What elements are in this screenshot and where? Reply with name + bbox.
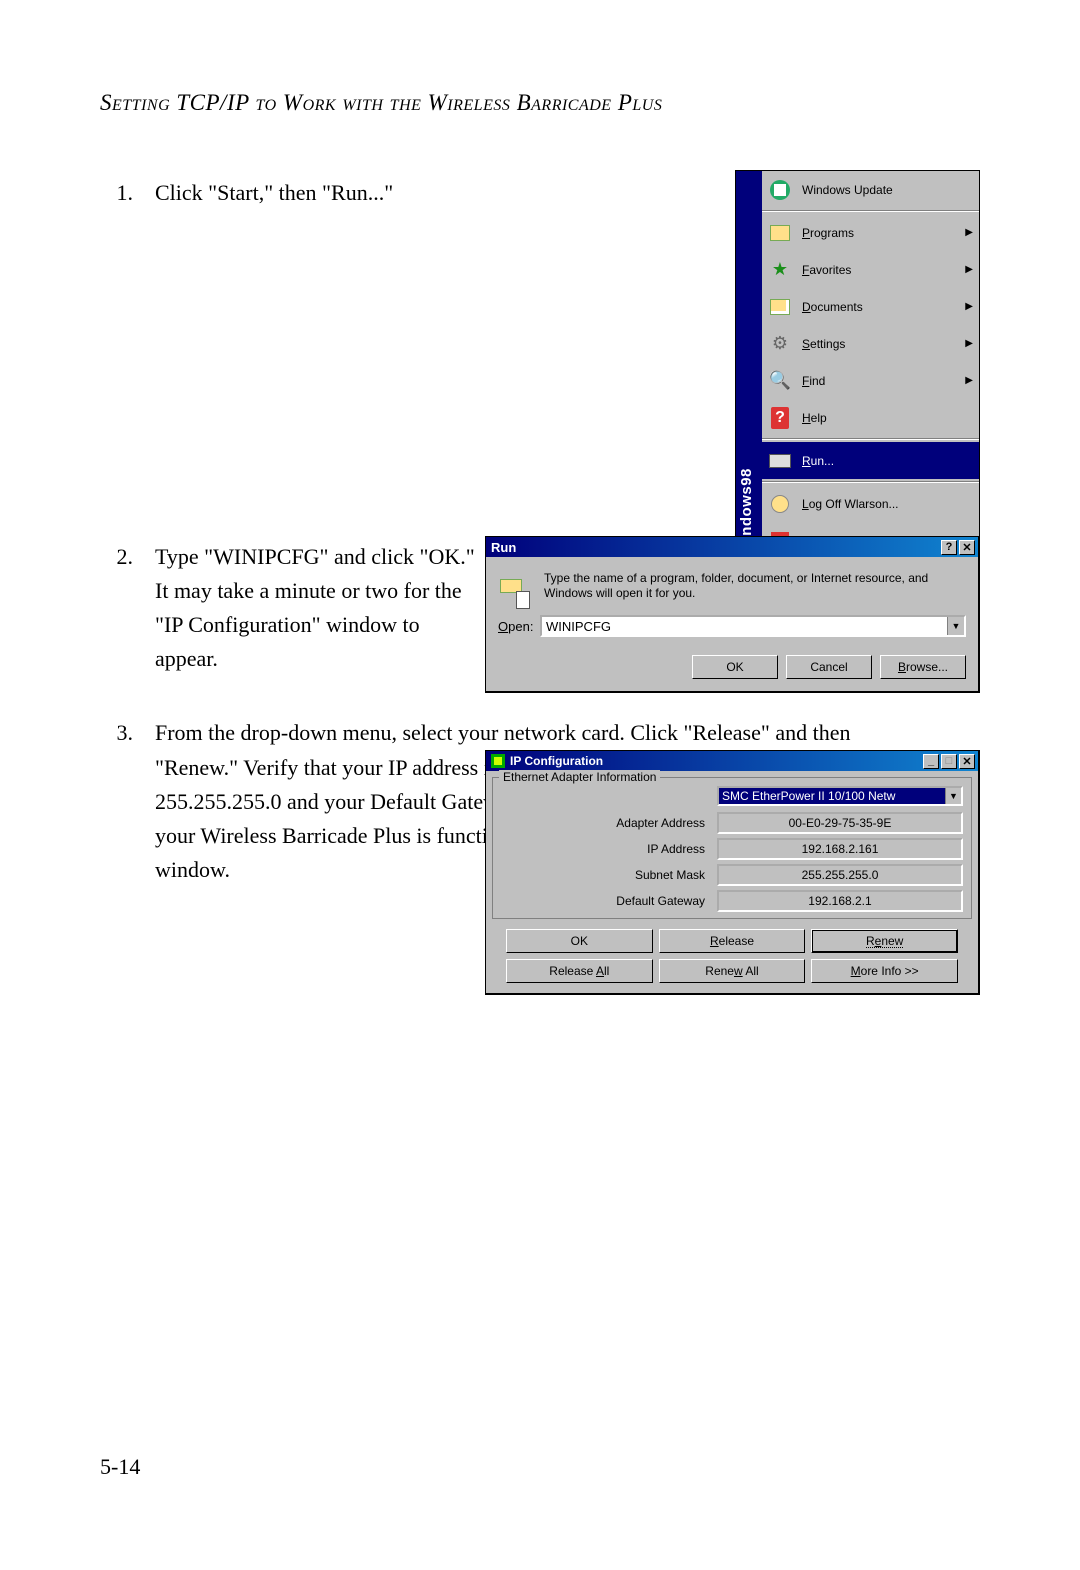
more-info-button[interactable]: More Info >> bbox=[811, 959, 958, 983]
menu-separator bbox=[762, 481, 979, 483]
release-all-button[interactable]: Release All bbox=[506, 959, 653, 983]
logoff-key-icon bbox=[768, 492, 792, 516]
field-label: Adapter Address bbox=[501, 816, 717, 830]
ipcfg-title-bar: IP Configuration _ □ ✕ bbox=[486, 751, 978, 771]
menu-separator bbox=[762, 210, 979, 212]
submenu-arrow-icon: ▶ bbox=[965, 338, 973, 349]
menu-label: Log Off Wlarson... bbox=[802, 497, 973, 511]
menu-settings[interactable]: ⚙ Settings ▶ bbox=[762, 325, 979, 362]
start-menu-screenshot: Windows98 Windows Update Programs ▶ ★ Fa… bbox=[735, 170, 980, 586]
subnet-mask-value: 255.255.255.0 bbox=[717, 864, 963, 886]
step-number: 1. bbox=[100, 176, 155, 210]
renew-button[interactable]: Renew bbox=[811, 929, 958, 953]
step-text: Click "Start," then "Run..." bbox=[155, 176, 475, 210]
adapter-info-group: Ethernet Adapter Information SMC EtherPo… bbox=[492, 777, 972, 919]
settings-gear-icon: ⚙ bbox=[768, 332, 792, 356]
menu-label: Settings bbox=[802, 337, 965, 351]
menu-run[interactable]: Run... bbox=[762, 442, 979, 479]
browse-button[interactable]: Browse... bbox=[880, 655, 966, 679]
menu-label: Programs bbox=[802, 226, 965, 240]
ip-address-row: IP Address 192.168.2.161 bbox=[501, 836, 963, 862]
run-dialog: Run ? ✕ Type the name of a program, fold… bbox=[485, 536, 980, 693]
menu-windows-update[interactable]: Windows Update bbox=[762, 171, 979, 208]
step-text: Type "WINIPCFG" and click "OK." It may t… bbox=[155, 540, 475, 676]
run-title: Run bbox=[491, 540, 516, 555]
globe-update-icon bbox=[768, 178, 792, 202]
find-magnifier-icon: 🔍 bbox=[768, 369, 792, 393]
windows-stripe: Windows98 bbox=[736, 171, 762, 559]
menu-label: Favorites bbox=[802, 263, 965, 277]
run-title-bar: Run ? ✕ bbox=[486, 537, 978, 557]
run-prompt-icon bbox=[768, 449, 792, 473]
menu-label: Windows Update bbox=[802, 183, 973, 197]
cancel-button[interactable]: Cancel bbox=[786, 655, 872, 679]
submenu-arrow-icon: ▶ bbox=[965, 264, 973, 275]
help-book-icon bbox=[768, 406, 792, 430]
page-title: Setting TCP/IP to Work with the Wireless… bbox=[100, 90, 980, 116]
menu-favorites[interactable]: ★ Favorites ▶ bbox=[762, 251, 979, 288]
programs-icon bbox=[768, 221, 792, 245]
ip-configuration-dialog: IP Configuration _ □ ✕ Ethernet Adapter … bbox=[485, 750, 980, 995]
menu-help[interactable]: Help bbox=[762, 399, 979, 436]
step-number: 2. bbox=[100, 540, 155, 676]
menu-label: Documents bbox=[802, 300, 965, 314]
dropdown-arrow-icon[interactable]: ▼ bbox=[945, 788, 961, 804]
submenu-arrow-icon: ▶ bbox=[965, 227, 973, 238]
page-number: 5-14 bbox=[100, 1454, 140, 1480]
submenu-arrow-icon: ▶ bbox=[965, 375, 973, 386]
open-input[interactable] bbox=[542, 617, 947, 635]
favorites-star-icon: ★ bbox=[768, 258, 792, 282]
menu-separator bbox=[762, 438, 979, 440]
minimize-button[interactable]: _ bbox=[923, 754, 939, 769]
open-label: Open: bbox=[498, 619, 540, 634]
adapter-selected-value: SMC EtherPower II 10/100 Netw bbox=[719, 788, 945, 804]
subnet-mask-row: Subnet Mask 255.255.255.0 bbox=[501, 862, 963, 888]
ip-address-value: 192.168.2.161 bbox=[717, 838, 963, 860]
documents-folder-icon bbox=[768, 295, 792, 319]
menu-find[interactable]: 🔍 Find ▶ bbox=[762, 362, 979, 399]
menu-label: Find bbox=[802, 374, 965, 388]
ok-button[interactable]: OK bbox=[692, 655, 778, 679]
default-gateway-value: 192.168.2.1 bbox=[717, 890, 963, 912]
field-label: Subnet Mask bbox=[501, 868, 717, 882]
help-button[interactable]: ? bbox=[941, 540, 957, 555]
renew-all-button[interactable]: Renew All bbox=[659, 959, 806, 983]
maximize-button[interactable]: □ bbox=[941, 754, 957, 769]
adapter-select[interactable]: SMC EtherPower II 10/100 Netw ▼ bbox=[717, 786, 963, 806]
close-button[interactable]: ✕ bbox=[959, 540, 975, 555]
menu-label: Help bbox=[802, 411, 973, 425]
menu-documents[interactable]: Documents ▶ bbox=[762, 288, 979, 325]
ipcfg-title: IP Configuration bbox=[510, 754, 603, 768]
menu-programs[interactable]: Programs ▶ bbox=[762, 214, 979, 251]
group-legend: Ethernet Adapter Information bbox=[499, 770, 660, 784]
field-label: Default Gateway bbox=[501, 894, 717, 908]
adapter-address-value: 00-E0-29-75-35-9E bbox=[717, 812, 963, 834]
run-description: Type the name of a program, folder, docu… bbox=[544, 571, 966, 601]
step-number: 3. bbox=[100, 716, 155, 886]
open-combobox[interactable]: ▼ bbox=[540, 615, 966, 637]
menu-logoff[interactable]: Log Off Wlarson... bbox=[762, 485, 979, 522]
submenu-arrow-icon: ▶ bbox=[965, 301, 973, 312]
default-gateway-row: Default Gateway 192.168.2.1 bbox=[501, 888, 963, 914]
dropdown-arrow-icon[interactable]: ▼ bbox=[947, 617, 964, 635]
field-label: IP Address bbox=[501, 842, 717, 856]
adapter-address-row: Adapter Address 00-E0-29-75-35-9E bbox=[501, 810, 963, 836]
run-dialog-icon bbox=[498, 577, 530, 609]
release-button[interactable]: Release bbox=[659, 929, 806, 953]
ipcfg-app-icon bbox=[491, 754, 505, 768]
ok-button[interactable]: OK bbox=[506, 929, 653, 953]
close-button[interactable]: ✕ bbox=[959, 754, 975, 769]
menu-label: Run... bbox=[802, 454, 973, 468]
